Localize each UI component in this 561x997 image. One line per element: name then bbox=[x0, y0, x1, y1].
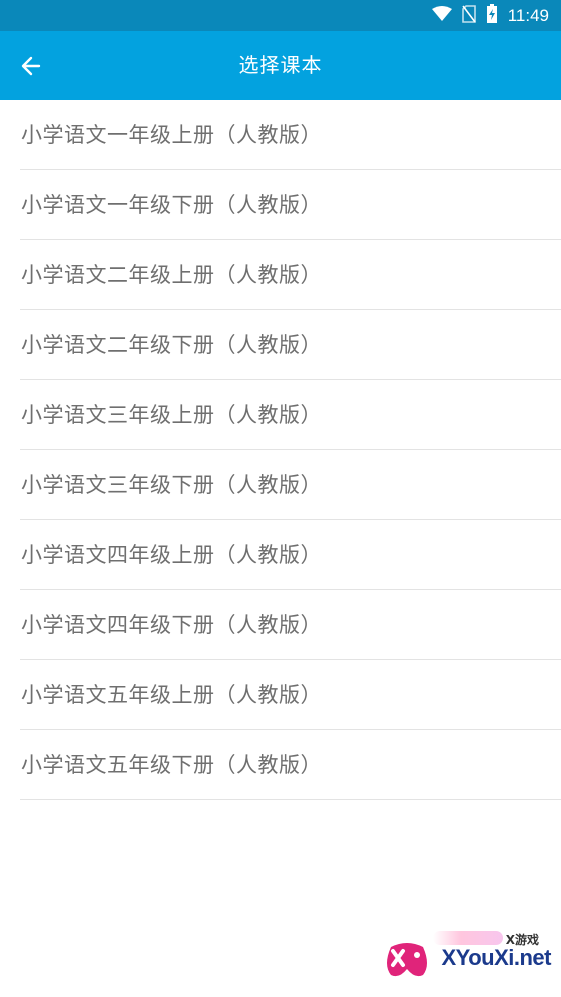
textbook-item[interactable]: 小学语文五年级下册（人教版） bbox=[0, 730, 561, 800]
battery-charging-icon bbox=[486, 3, 498, 28]
textbook-label: 小学语文三年级上册（人教版） bbox=[21, 403, 322, 427]
status-time: 11:49 bbox=[507, 5, 549, 25]
status-icons: 11:49 bbox=[431, 0, 549, 31]
textbook-label: 小学语文二年级上册（人教版） bbox=[21, 263, 322, 287]
watermark-logo: X游戏 XYouXi.net bbox=[383, 929, 553, 989]
back-button[interactable] bbox=[10, 45, 52, 87]
textbook-label: 小学语文五年级上册（人教版） bbox=[21, 683, 322, 707]
textbook-label: 小学语文四年级上册（人教版） bbox=[21, 543, 322, 567]
status-bar: 11:49 bbox=[0, 0, 561, 31]
textbook-label: 小学语文三年级下册（人教版） bbox=[21, 473, 322, 497]
textbook-item[interactable]: 小学语文三年级上册（人教版） bbox=[0, 380, 561, 450]
textbook-item[interactable]: 小学语文一年级下册（人教版） bbox=[0, 170, 561, 240]
page-title: 选择课本 bbox=[238, 53, 323, 77]
textbook-list: 小学语文一年级上册（人教版） 小学语文一年级下册（人教版） 小学语文二年级上册（… bbox=[0, 100, 561, 800]
arrow-left-icon bbox=[21, 56, 41, 76]
textbook-label: 小学语文五年级下册（人教版） bbox=[21, 753, 322, 777]
wifi-icon bbox=[431, 5, 452, 26]
textbook-label: 小学语文四年级下册（人教版） bbox=[21, 613, 322, 637]
textbook-item[interactable]: 小学语文四年级上册（人教版） bbox=[0, 520, 561, 590]
textbook-item[interactable]: 小学语文四年级下册（人教版） bbox=[0, 590, 561, 660]
textbook-item[interactable]: 小学语文一年级上册（人教版） bbox=[0, 100, 561, 170]
no-sim-icon bbox=[461, 4, 476, 27]
watermark-streak bbox=[433, 931, 503, 945]
textbook-item[interactable]: 小学语文二年级下册（人教版） bbox=[0, 310, 561, 380]
textbook-item[interactable]: 小学语文二年级上册（人教版） bbox=[0, 240, 561, 310]
textbook-label: 小学语文一年级下册（人教版） bbox=[21, 193, 322, 217]
divider bbox=[20, 799, 561, 800]
app-bar: 选择课本 bbox=[0, 31, 561, 100]
gamepad-logo-icon bbox=[387, 943, 427, 977]
watermark-brand-text: XYouXi.net bbox=[441, 945, 552, 970]
textbook-item[interactable]: 小学语文三年级下册（人教版） bbox=[0, 450, 561, 520]
textbook-label: 小学语文一年级上册（人教版） bbox=[21, 123, 322, 147]
textbook-item[interactable]: 小学语文五年级上册（人教版） bbox=[0, 660, 561, 730]
textbook-label: 小学语文二年级下册（人教版） bbox=[21, 333, 322, 357]
